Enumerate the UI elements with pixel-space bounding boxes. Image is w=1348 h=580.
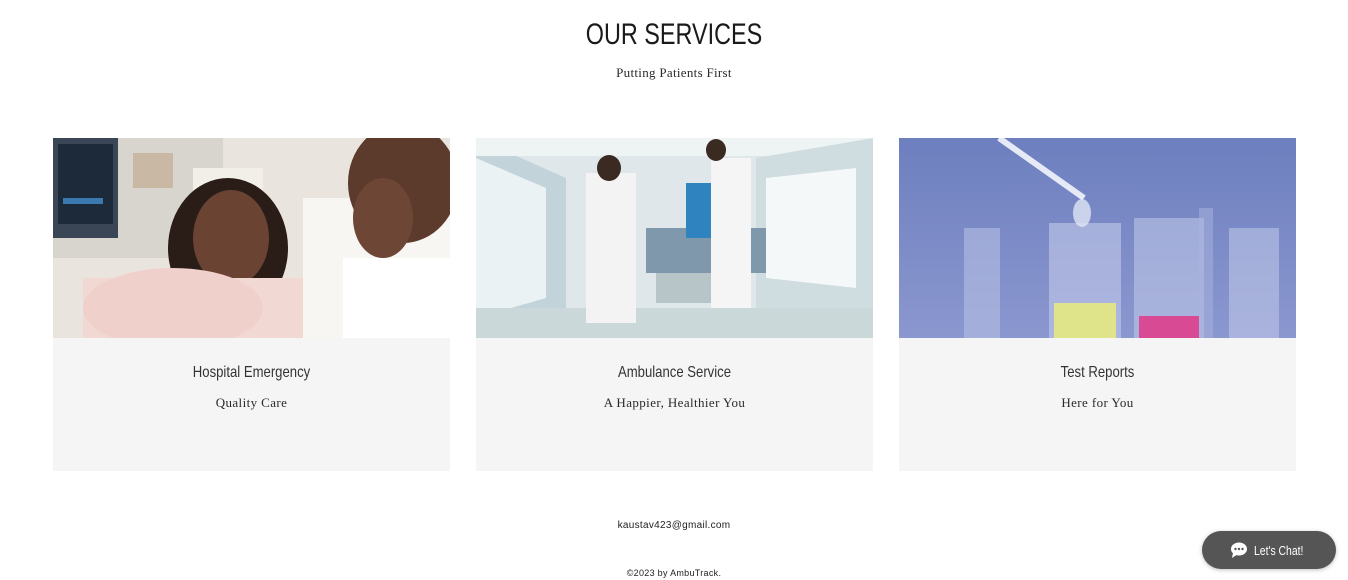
service-image-test-reports xyxy=(899,138,1296,338)
footer-copyright: ©2023 by AmbuTrack. xyxy=(626,568,722,578)
service-card-test-reports: Test Reports Here for You xyxy=(899,138,1296,471)
services-page: OUR SERVICES Putting Patients First Hosp… xyxy=(0,0,1348,580)
chat-bubble-icon xyxy=(1230,542,1248,558)
service-card-title: Ambulance Service xyxy=(617,364,732,381)
section-title: OUR SERVICES xyxy=(585,18,763,51)
service-card-subtitle: Here for You xyxy=(1061,395,1134,410)
service-image-ambulance-service xyxy=(476,138,873,338)
service-card-title: Hospital Emergency xyxy=(192,364,311,381)
service-card-title: Test Reports xyxy=(1060,364,1135,381)
service-image-hospital-emergency xyxy=(53,138,450,338)
section-subtitle: Putting Patients First xyxy=(616,65,732,80)
service-card-ambulance-service: Ambulance Service A Happier, Healthier Y… xyxy=(476,138,873,471)
chat-button-label: Let's Chat! xyxy=(1254,542,1304,558)
service-card-subtitle: Quality Care xyxy=(215,395,288,410)
lets-chat-button[interactable]: Let's Chat! xyxy=(1202,531,1336,569)
service-card-subtitle: A Happier, Healthier You xyxy=(603,395,746,410)
service-card-hospital-emergency: Hospital Emergency Quality Care xyxy=(53,138,450,471)
footer-email[interactable]: kaustav423@gmail.com xyxy=(0,520,1348,531)
